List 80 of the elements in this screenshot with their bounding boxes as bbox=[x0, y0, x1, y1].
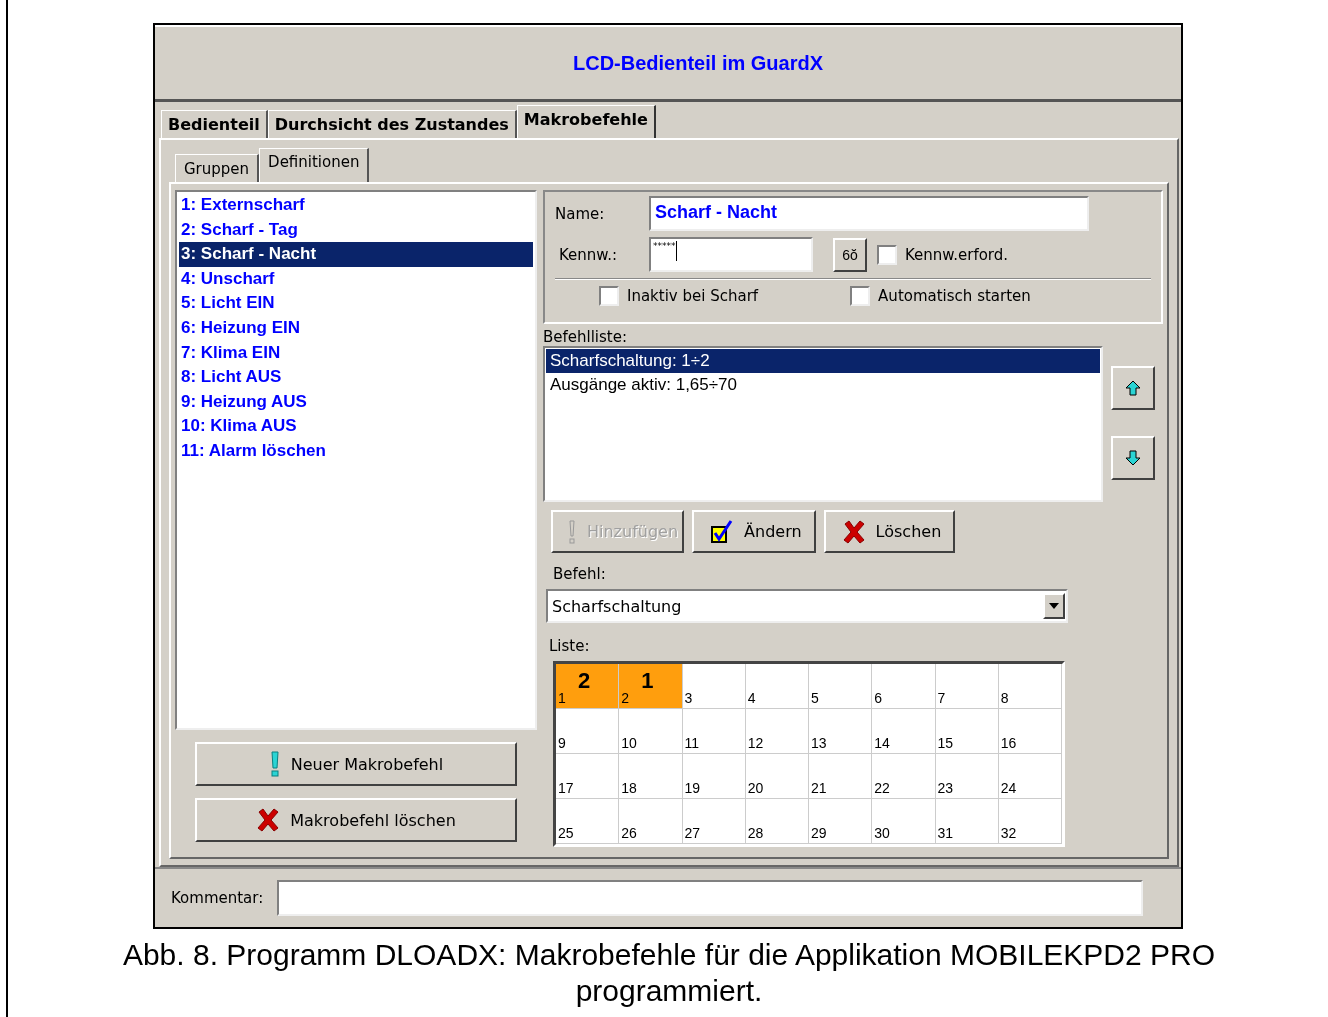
show-password-button[interactable]: 6ŏ bbox=[833, 237, 867, 272]
list-label: Liste: bbox=[549, 637, 591, 655]
dropdown-arrow-icon bbox=[1049, 603, 1059, 609]
grid-cell[interactable]: 28 bbox=[745, 799, 809, 844]
grid-cell[interactable]: 13 bbox=[809, 709, 873, 754]
move-up-button[interactable] bbox=[1111, 366, 1155, 410]
arrow-up-icon bbox=[1125, 380, 1141, 396]
edit-button[interactable]: Ändern bbox=[692, 510, 816, 553]
macro-list-item[interactable]: 11: Alarm löschen bbox=[179, 438, 533, 464]
name-label: Name: bbox=[555, 204, 606, 223]
grid-cell[interactable]: 11 bbox=[682, 709, 746, 754]
grid-cell[interactable]: 1 2 bbox=[556, 664, 620, 709]
close-icon bbox=[841, 519, 866, 544]
grid-cell[interactable]: 10 bbox=[619, 709, 683, 754]
grid-cell[interactable]: 23 bbox=[935, 754, 999, 799]
comment-label: Kommentar: bbox=[171, 889, 264, 907]
figure-caption: Abb. 8. Programm DLOADX: Makrobefehle für die Applikation MOBILEKPD2 PRO programmiert. bbox=[121, 937, 1217, 1009]
arrow-down-icon bbox=[1125, 450, 1141, 466]
grid-cell[interactable]: 8 bbox=[998, 664, 1062, 709]
command-list-item[interactable]: Scharfschaltung: 1÷2 bbox=[546, 349, 1100, 373]
macro-list-item[interactable]: 6: Heizung EIN bbox=[179, 315, 533, 341]
comment-field[interactable] bbox=[277, 880, 1144, 916]
checkbox[interactable]: Inaktiv bei Scharf bbox=[599, 286, 759, 306]
delete-button[interactable]: Löschen bbox=[823, 510, 956, 553]
tab[interactable]: Durchsicht des Zustandes bbox=[267, 110, 517, 138]
grid-cell[interactable]: 14 bbox=[872, 709, 936, 754]
grid-cell[interactable]: 7 bbox=[935, 664, 999, 709]
checkbox[interactable]: Automatisch starten bbox=[850, 286, 1031, 306]
grid-cell[interactable]: 32 bbox=[998, 799, 1062, 844]
grid-cell[interactable]: 20 bbox=[745, 754, 809, 799]
grid-cell[interactable]: 27 bbox=[682, 799, 746, 844]
grid-cell[interactable]: 30 bbox=[872, 799, 936, 844]
tab[interactable]: Bedienteil bbox=[161, 110, 268, 138]
new-macro-button[interactable]: Neuer Makrobefehl bbox=[195, 742, 517, 786]
delete-macro-button[interactable]: Makrobefehl löschen bbox=[195, 798, 517, 842]
grid-cell[interactable]: 31 bbox=[935, 799, 999, 844]
macro-list-item[interactable]: 4: Unscharf bbox=[179, 266, 533, 292]
grid-cell[interactable]: 15 bbox=[935, 709, 999, 754]
exclamation-icon bbox=[567, 519, 577, 544]
password-label: Kennw.: bbox=[558, 245, 619, 264]
grid-cell[interactable]: 21 bbox=[809, 754, 873, 799]
checkbox-tick-icon bbox=[710, 519, 735, 544]
grid-cell[interactable]: 29 bbox=[809, 799, 873, 844]
macro-list-item[interactable]: 7: Klima EIN bbox=[179, 340, 533, 366]
command-list-item[interactable]: Ausgänge aktiv: 1,65÷70 bbox=[546, 373, 1100, 397]
move-down-button[interactable] bbox=[1111, 436, 1155, 480]
grid-cell[interactable]: 5 bbox=[809, 664, 873, 709]
password-field[interactable]: ***** bbox=[649, 237, 813, 272]
tab[interactable]: Gruppen bbox=[175, 154, 260, 182]
grid-cell[interactable]: 19 bbox=[682, 754, 746, 799]
grid-cell[interactable]: 24 bbox=[998, 754, 1062, 799]
close-icon bbox=[256, 808, 281, 832]
grid-cell[interactable]: 12 bbox=[745, 709, 809, 754]
macro-list-item[interactable]: 3: Scharf - Nacht bbox=[179, 242, 533, 267]
checkbox[interactable]: Kennw.erford. bbox=[877, 244, 1009, 265]
grid-cell[interactable]: 6 bbox=[872, 664, 936, 709]
tab[interactable]: Makrobefehle bbox=[516, 105, 656, 138]
grid-cell[interactable]: 25 bbox=[556, 799, 620, 844]
grid-cell[interactable]: 22 bbox=[872, 754, 936, 799]
grid-cell[interactable]: 2 1 bbox=[619, 664, 683, 709]
command-label: Befehl: bbox=[553, 565, 607, 583]
macro-list-item[interactable]: 2: Scharf - Tag bbox=[179, 217, 533, 243]
macro-list-item[interactable]: 8: Licht AUS bbox=[179, 365, 533, 390]
name-field[interactable]: Scharf - Nacht bbox=[649, 196, 1089, 231]
macro-list-item[interactable]: 5: Licht EIN bbox=[179, 291, 533, 316]
grid-cell[interactable]: 17 bbox=[556, 754, 620, 799]
grid-cell[interactable]: 26 bbox=[619, 799, 683, 844]
tab[interactable]: Definitionen bbox=[259, 148, 370, 182]
macro-list-item[interactable]: 10: Klima AUS bbox=[179, 414, 533, 439]
grid-cell[interactable]: 9 bbox=[556, 709, 620, 754]
grid-cell[interactable]: 16 bbox=[998, 709, 1062, 754]
exclamation-icon bbox=[268, 751, 281, 777]
macro-list-item[interactable]: 9: Heizung AUS bbox=[179, 389, 533, 415]
command-dropdown[interactable]: Scharfschaltung bbox=[546, 589, 1068, 623]
command-list-label: Befehlliste: bbox=[543, 328, 629, 346]
grid-cell[interactable]: 3 bbox=[682, 664, 746, 709]
grid-cell[interactable]: 18 bbox=[619, 754, 683, 799]
grid-cell[interactable]: 4 bbox=[745, 664, 809, 709]
window-title: LCD-Bedienteil im GuardX bbox=[573, 51, 823, 75]
macro-list-item[interactable]: 1: Externscharf bbox=[179, 193, 533, 218]
